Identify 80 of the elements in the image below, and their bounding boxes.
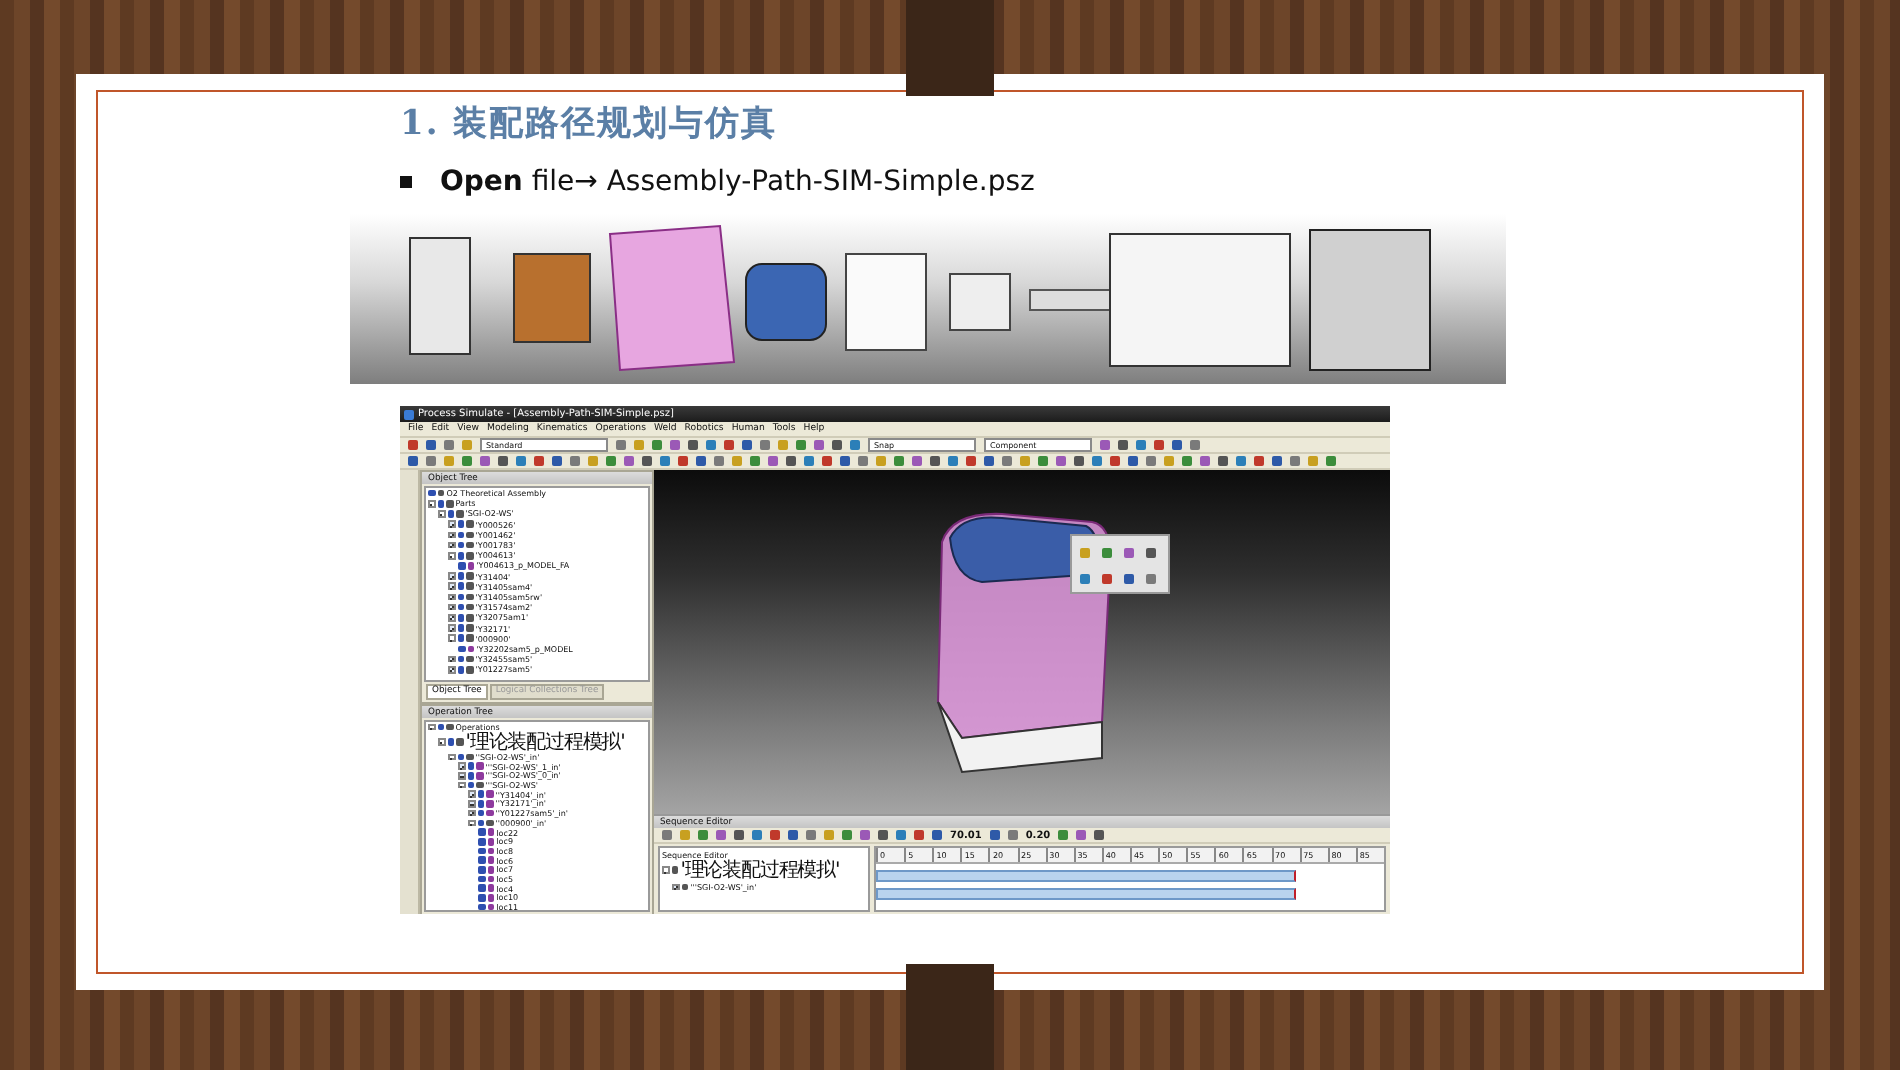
expand-toggle[interactable] — [448, 541, 456, 549]
checkbox-icon[interactable] — [478, 875, 486, 883]
checkbox-icon[interactable] — [428, 489, 436, 497]
expand-toggle[interactable] — [662, 866, 670, 875]
toolbar-icon[interactable] — [1124, 548, 1134, 558]
checkbox-icon[interactable] — [478, 865, 486, 874]
toolbar-icon[interactable] — [1080, 573, 1090, 583]
checkbox-icon[interactable] — [477, 819, 485, 827]
expand-toggle[interactable] — [448, 551, 456, 560]
app-icon — [404, 409, 414, 419]
expand-toggle[interactable] — [448, 753, 456, 761]
expand-toggle[interactable] — [448, 624, 456, 632]
checkbox-icon[interactable] — [478, 884, 486, 892]
node-icon — [446, 723, 454, 731]
expand-toggle[interactable] — [448, 614, 456, 622]
checkbox-icon[interactable] — [477, 800, 485, 808]
checkbox-icon[interactable] — [457, 593, 465, 601]
checkbox-icon[interactable] — [457, 551, 465, 560]
expand-toggle[interactable] — [672, 883, 680, 891]
checkbox-icon[interactable] — [437, 723, 445, 731]
checkbox-icon[interactable] — [457, 624, 465, 632]
expand-toggle[interactable] — [458, 762, 466, 771]
expand-toggle[interactable] — [438, 510, 446, 518]
checkbox-icon[interactable] — [457, 655, 465, 663]
checkbox-icon[interactable] — [478, 903, 486, 910]
expand-toggle[interactable] — [428, 723, 436, 731]
expand-toggle[interactable] — [468, 800, 476, 808]
expand-toggle[interactable] — [458, 781, 466, 789]
checkbox-icon[interactable] — [467, 772, 475, 780]
toolbar-icon[interactable] — [1146, 573, 1156, 583]
expand-toggle[interactable] — [468, 790, 476, 799]
slide-title: 1. 装配路径规划与仿真 — [400, 102, 778, 146]
checkbox-icon[interactable] — [457, 665, 465, 674]
checkbox-icon[interactable] — [477, 809, 485, 817]
bullet-icon — [400, 176, 412, 188]
hanger-block — [906, 964, 994, 1070]
expand-toggle[interactable] — [448, 531, 456, 539]
expand-toggle[interactable] — [448, 582, 456, 591]
checkbox-icon[interactable] — [458, 645, 466, 653]
checkbox-icon[interactable] — [458, 562, 466, 570]
checkbox-icon[interactable] — [457, 614, 465, 622]
node-icon — [456, 738, 464, 746]
expand-toggle[interactable] — [468, 809, 476, 817]
checkbox-icon[interactable] — [457, 753, 465, 761]
expand-toggle[interactable] — [448, 593, 456, 601]
expand-toggle[interactable] — [438, 738, 446, 746]
expand-toggle[interactable] — [468, 819, 476, 827]
bullet-text: Open file→ Assembly-Path-SIM-Simple.psz — [440, 166, 1035, 198]
checkbox-icon[interactable] — [457, 520, 465, 528]
checkbox-icon[interactable] — [467, 781, 475, 789]
checkbox-icon[interactable] — [467, 762, 475, 771]
node-icon — [681, 883, 689, 891]
checkbox-icon[interactable] — [478, 856, 486, 864]
checkbox-icon[interactable] — [457, 531, 465, 539]
checkbox-icon[interactable] — [478, 847, 486, 855]
checkbox-icon[interactable] — [457, 582, 465, 591]
expand-toggle[interactable] — [448, 603, 456, 611]
checkbox-icon[interactable] — [447, 738, 455, 746]
checkbox-icon[interactable] — [447, 510, 455, 518]
toolbar-icon[interactable] — [1102, 573, 1112, 583]
expand-toggle[interactable] — [448, 572, 456, 580]
hanger-block — [906, 0, 994, 96]
checkbox-icon[interactable] — [457, 541, 465, 549]
checkbox-icon[interactable] — [437, 499, 445, 508]
expand-toggle[interactable] — [428, 499, 436, 508]
expand-toggle[interactable] — [448, 655, 456, 663]
checkbox-icon[interactable] — [457, 572, 465, 580]
expand-toggle[interactable] — [448, 634, 456, 643]
checkbox-icon[interactable] — [477, 790, 485, 799]
checkbox-icon[interactable] — [478, 894, 486, 902]
checkbox-icon[interactable] — [478, 828, 486, 836]
toolbar-icon[interactable] — [1124, 573, 1134, 583]
toolbar-icon[interactable] — [1146, 548, 1156, 558]
checkbox-icon[interactable] — [478, 837, 486, 846]
checkbox-icon[interactable] — [457, 634, 465, 643]
expand-toggle[interactable] — [458, 772, 466, 780]
node-icon — [671, 866, 679, 875]
expand-toggle[interactable] — [448, 665, 456, 674]
expand-toggle[interactable] — [448, 520, 456, 528]
checkbox-icon[interactable] — [457, 603, 465, 611]
